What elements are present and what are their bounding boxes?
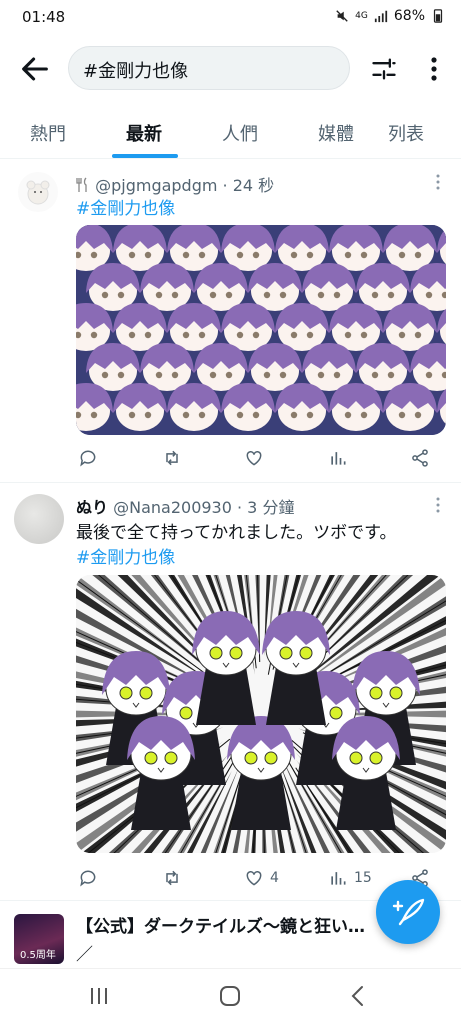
heart-icon xyxy=(246,450,262,466)
tweet-more-icon[interactable] xyxy=(430,497,446,513)
retweet-button[interactable] xyxy=(162,448,188,468)
chibi-grid-image xyxy=(76,225,446,435)
active-tab-indicator xyxy=(112,154,178,158)
signal-icon xyxy=(374,10,387,23)
tab-lists[interactable]: 列表 xyxy=(388,120,424,146)
promo-avatar-badge: 0.5周年 xyxy=(20,950,56,961)
avatar[interactable] xyxy=(18,172,58,212)
utensils-icon xyxy=(76,177,87,192)
tweet-time: · 24 秒 xyxy=(222,176,275,195)
tab-people[interactable]: 人們 xyxy=(222,120,258,146)
tweet-author-name[interactable]: ぬり xyxy=(76,498,108,517)
view-count: 15 xyxy=(354,870,372,886)
tweet-handle[interactable]: @Nana200930 xyxy=(113,498,232,517)
promo-slash: ／ xyxy=(76,945,93,965)
retweet-icon xyxy=(166,450,178,466)
tweet-text: 最後で全て持ってかれました。ツボです。 xyxy=(76,523,397,543)
like-button[interactable]: 4 xyxy=(244,868,279,888)
reply-icon xyxy=(80,870,96,887)
tweet-hashtag[interactable]: #金剛力也像 xyxy=(76,543,175,568)
share-button[interactable] xyxy=(410,448,430,468)
views-button[interactable]: 15 xyxy=(328,868,372,888)
retweet-button[interactable] xyxy=(162,868,188,888)
promo-avatar[interactable]: 0.5周年 xyxy=(14,914,64,964)
tab-latest[interactable]: 最新 xyxy=(126,120,162,146)
back-nav-icon[interactable] xyxy=(348,984,368,1008)
filter-sliders-icon[interactable] xyxy=(370,55,398,83)
tweet-handle[interactable]: @pjgmgapdgm xyxy=(95,176,217,195)
tweet-more-icon[interactable] xyxy=(430,174,446,190)
more-vertical-icon[interactable] xyxy=(424,54,444,84)
feather-plus-icon xyxy=(392,898,425,926)
search-input[interactable]: #金剛力也像 xyxy=(68,46,350,90)
battery-percent: 68% xyxy=(393,8,425,24)
retweet-icon xyxy=(166,870,178,886)
tab-media[interactable]: 媒體 xyxy=(318,120,354,146)
speedlines-chibi-image xyxy=(76,575,446,853)
search-tabs: 熱門 最新 人們 媒體 列表 xyxy=(0,104,461,159)
home-icon[interactable] xyxy=(218,984,242,1008)
back-arrow-icon[interactable] xyxy=(18,52,52,86)
battery-icon xyxy=(433,9,443,23)
tweet-hashtag[interactable]: #金剛力也像 xyxy=(76,194,175,219)
reply-button[interactable] xyxy=(78,448,104,468)
recent-apps-icon[interactable] xyxy=(88,985,110,1007)
tweet-media-image[interactable] xyxy=(76,225,446,435)
heart-icon xyxy=(246,870,262,886)
status-time: 01:48 xyxy=(22,8,66,26)
system-nav-bar xyxy=(0,968,461,1025)
views-chart-icon xyxy=(331,452,346,465)
avatar[interactable] xyxy=(14,494,64,544)
bear-avatar-icon xyxy=(26,180,50,205)
compose-tweet-button[interactable] xyxy=(376,880,440,944)
views-chart-icon xyxy=(331,872,346,885)
reply-button[interactable] xyxy=(78,868,104,888)
tweet-meta: @pjgmgapdgm · 24 秒 xyxy=(76,172,274,196)
tweet-meta: ぬり @Nana200930 · 3 分鐘 xyxy=(76,494,294,518)
like-count: 4 xyxy=(270,870,279,886)
tweet-time: · 3 分鐘 xyxy=(237,498,295,517)
mute-icon xyxy=(336,10,348,22)
share-icon xyxy=(412,449,428,467)
tweet-media-image[interactable] xyxy=(76,575,446,853)
reply-icon xyxy=(80,450,96,467)
status-icons: 4G 68% xyxy=(335,8,445,24)
promo-title[interactable]: 【公式】ダークテイルズ～鏡と狂い… xyxy=(76,912,365,937)
like-button[interactable] xyxy=(244,448,270,468)
network-type: 4G xyxy=(355,10,368,21)
tweet-divider xyxy=(0,482,461,483)
tab-top[interactable]: 熱門 xyxy=(30,120,66,146)
status-bar: 01:48 4G 68% xyxy=(0,0,461,36)
views-button[interactable] xyxy=(328,448,354,468)
